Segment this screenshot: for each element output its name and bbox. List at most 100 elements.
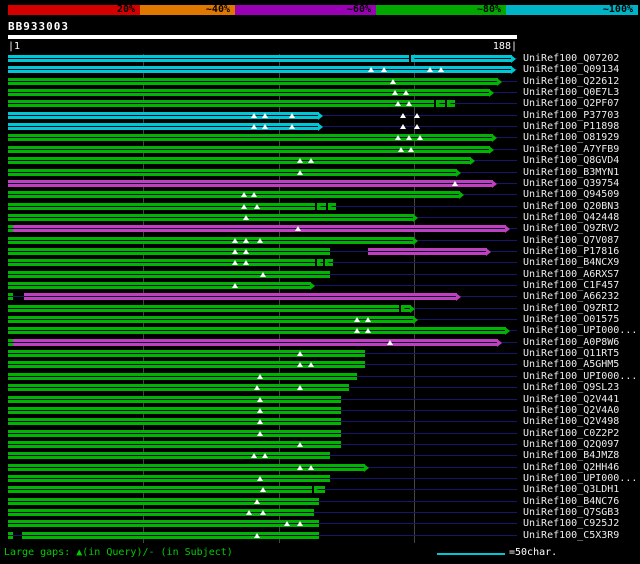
alignment-segment[interactable] bbox=[8, 452, 331, 459]
arrowhead-icon bbox=[318, 112, 324, 120]
hit-label[interactable]: UniRef100_C5X3R9 bbox=[523, 530, 619, 541]
alignment-segment[interactable] bbox=[8, 475, 331, 482]
alignment-segment[interactable] bbox=[8, 327, 507, 334]
alignment-segment[interactable] bbox=[8, 89, 490, 96]
query-gap-triangle-icon bbox=[365, 328, 372, 333]
alignment-segment[interactable] bbox=[8, 112, 320, 119]
alignment-segment[interactable] bbox=[8, 259, 333, 266]
hit-label[interactable]: UniRef100_A0P8W6 bbox=[523, 337, 619, 348]
hit-label[interactable]: UniRef100_Q2HH46 bbox=[523, 462, 619, 473]
hit-label[interactable]: UniRef100_Q9ZRV2 bbox=[523, 223, 619, 234]
alignment-segment[interactable] bbox=[8, 100, 455, 107]
alignment-segment[interactable] bbox=[368, 248, 488, 255]
hit-label[interactable]: UniRef100_Q9SL23 bbox=[523, 382, 619, 393]
hit-label[interactable]: UniRef100_O81929 bbox=[523, 132, 619, 143]
alignment-segment[interactable] bbox=[8, 123, 320, 130]
alignment-segment[interactable] bbox=[24, 293, 458, 300]
alignment-segment[interactable] bbox=[21, 532, 320, 539]
hit-label[interactable]: UniRef100_O01575 bbox=[523, 314, 619, 325]
query-gap-triangle-icon bbox=[256, 476, 263, 481]
hit-label[interactable]: UniRef100_A7YFB9 bbox=[523, 144, 619, 155]
alignment-segment[interactable] bbox=[8, 248, 331, 255]
arrowhead-icon bbox=[491, 134, 497, 142]
hit-label[interactable]: UniRef100_Q39754 bbox=[523, 178, 619, 189]
alignment-segment[interactable] bbox=[8, 55, 512, 62]
query-gap-triangle-icon bbox=[400, 113, 407, 118]
alignment-segment[interactable] bbox=[8, 169, 458, 176]
alignment-segment[interactable] bbox=[8, 532, 14, 539]
query-gap-triangle-icon bbox=[405, 101, 412, 106]
hit-label[interactable]: UniRef100_A5GHM5 bbox=[523, 359, 619, 370]
alignment-segment[interactable] bbox=[8, 78, 498, 85]
hit-label[interactable]: UniRef100_C925J2 bbox=[523, 518, 619, 529]
alignment-segment[interactable] bbox=[8, 407, 341, 414]
query-gap-triangle-icon bbox=[256, 431, 263, 436]
alignment-segment[interactable] bbox=[8, 305, 412, 312]
alignment-segment[interactable] bbox=[8, 316, 415, 323]
hit-label[interactable]: UniRef100_B4NC76 bbox=[523, 496, 619, 507]
alignment-segment[interactable] bbox=[8, 520, 320, 527]
hit-label[interactable]: UniRef100_Q9ZRI2 bbox=[523, 303, 619, 314]
hit-label[interactable]: UniRef100_Q22612 bbox=[523, 76, 619, 87]
alignment-segment[interactable] bbox=[8, 214, 415, 221]
alignment-segment[interactable] bbox=[8, 157, 471, 164]
alignment-segment[interactable] bbox=[8, 282, 312, 289]
alignment-segment[interactable] bbox=[8, 498, 320, 505]
hit-label[interactable]: UniRef100_Q3LDH1 bbox=[523, 484, 619, 495]
hit-label[interactable]: UniRef100_Q2Q097 bbox=[523, 439, 619, 450]
hit-label[interactable]: UniRef100_P17816 bbox=[523, 246, 619, 257]
hit-label[interactable]: UniRef100_A6RXS7 bbox=[523, 269, 619, 280]
hit-label[interactable]: UniRef100_Q0E7L3 bbox=[523, 87, 619, 98]
hit-label[interactable]: UniRef100_Q42448 bbox=[523, 212, 619, 223]
alignment-segment[interactable] bbox=[8, 191, 461, 198]
hit-label[interactable]: UniRef100_Q07202 bbox=[523, 53, 619, 64]
hit-label[interactable]: UniRef100_UPI000... bbox=[523, 325, 637, 336]
hit-label[interactable]: UniRef100_Q2V441 bbox=[523, 394, 619, 405]
hit-label[interactable]: UniRef100_Q2V4A0 bbox=[523, 405, 619, 416]
hit-label[interactable]: UniRef100_Q2PF07 bbox=[523, 98, 619, 109]
hit-label[interactable]: UniRef100_Q2V498 bbox=[523, 416, 619, 427]
alignment-segment[interactable] bbox=[8, 180, 493, 187]
query-gap-triangle-icon bbox=[232, 260, 239, 265]
hit-label[interactable]: UniRef100_C1F457 bbox=[523, 280, 619, 291]
alignment-segment[interactable] bbox=[8, 293, 14, 300]
query-gap-triangle-icon bbox=[438, 67, 445, 72]
hit-label[interactable]: UniRef100_Q94509 bbox=[523, 189, 619, 200]
alignment-segment[interactable] bbox=[8, 237, 415, 244]
alignment-segment[interactable] bbox=[8, 203, 336, 210]
hit-label[interactable]: UniRef100_A66232 bbox=[523, 291, 619, 302]
alignment-segment[interactable] bbox=[13, 225, 507, 232]
alignment-segment[interactable] bbox=[13, 339, 498, 346]
hit-label[interactable]: UniRef100_C0Z2P2 bbox=[523, 428, 619, 439]
alignment-segment[interactable] bbox=[8, 373, 358, 380]
hit-label[interactable]: UniRef100_B3MYN1 bbox=[523, 167, 619, 178]
arrowhead-icon bbox=[413, 316, 419, 324]
hit-label[interactable]: UniRef100_UPI000... bbox=[523, 371, 637, 382]
hit-label[interactable]: UniRef100_P11898 bbox=[523, 121, 619, 132]
hit-label[interactable]: UniRef100_UPI000... bbox=[523, 473, 637, 484]
query-gap-triangle-icon bbox=[416, 135, 423, 140]
hit-label[interactable]: UniRef100_Q7V087 bbox=[523, 235, 619, 246]
hit-label[interactable]: UniRef100_B4JMZ8 bbox=[523, 450, 619, 461]
hit-label[interactable]: UniRef100_Q7SGB3 bbox=[523, 507, 619, 518]
alignment-segment[interactable] bbox=[8, 146, 490, 153]
alignment-segment[interactable] bbox=[8, 509, 314, 516]
arrowhead-icon bbox=[470, 157, 475, 165]
hit-label[interactable]: UniRef100_Q20BN3 bbox=[523, 201, 619, 212]
hit-label[interactable]: UniRef100_Q8GVD4 bbox=[523, 155, 619, 166]
alignment-segment[interactable] bbox=[8, 396, 341, 403]
alignment-segment[interactable] bbox=[8, 418, 341, 425]
arrowhead-icon bbox=[510, 55, 516, 63]
hit-label[interactable]: UniRef100_Q09134 bbox=[523, 64, 619, 75]
alignment-segment[interactable] bbox=[8, 430, 341, 437]
alignment-segment[interactable] bbox=[8, 350, 366, 357]
alignment-segment[interactable] bbox=[8, 486, 325, 493]
query-gap-triangle-icon bbox=[451, 181, 458, 186]
query-gap-triangle-icon bbox=[386, 340, 393, 345]
alignment-segment[interactable] bbox=[8, 66, 512, 73]
hit-label[interactable]: UniRef100_Q11RT5 bbox=[523, 348, 619, 359]
hit-label[interactable]: UniRef100_B4NCX9 bbox=[523, 257, 619, 268]
hit-label[interactable]: UniRef100_P37703 bbox=[523, 110, 619, 121]
alignment-segment[interactable] bbox=[8, 271, 331, 278]
alignment-segment[interactable] bbox=[8, 441, 341, 448]
